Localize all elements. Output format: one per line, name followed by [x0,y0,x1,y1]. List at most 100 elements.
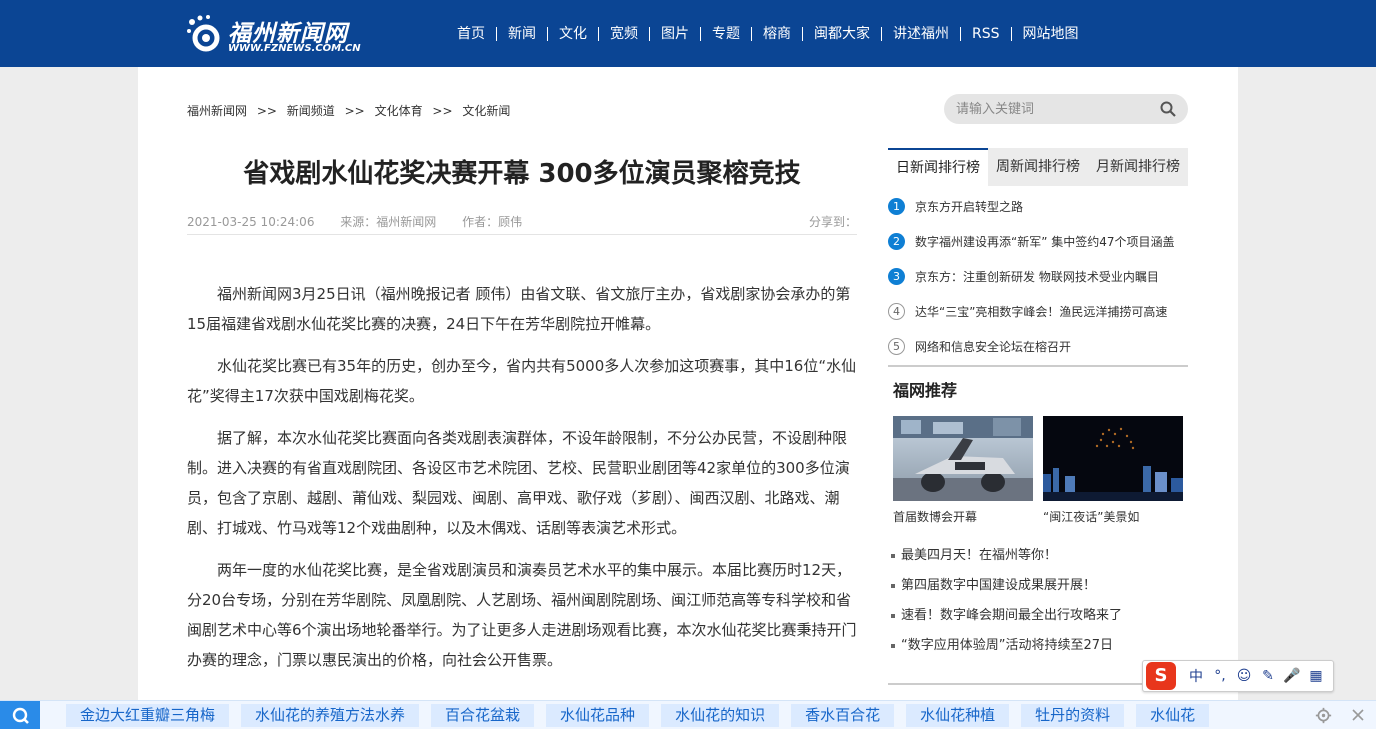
list-item-text: “数字应用体验周”活动将持续至27日 [901,638,1114,653]
nav-culture[interactable]: 文化 [548,24,598,44]
ranking-item[interactable]: 5 网络和信息安全论坛在榕召开 [888,329,1188,364]
list-item-text: 第四届数字中国建设成果展开展！ [901,578,1097,593]
article-paragraph: 两年一度的水仙花奖比赛，是全省戏剧演员和演奏员艺术水平的集中展示。本届比赛历时1… [187,561,857,669]
bullet-icon [891,613,895,618]
list-item-text: 最美四月天！在福州等你！ [901,548,1058,563]
tab-daily-ranking[interactable]: 日新闻排行榜 [888,148,988,186]
hot-search-tag[interactable]: 香水百合花 [791,704,895,727]
rank-number: 1 [888,198,905,215]
article-meta: 2021-03-25 10:24:06 来源：福州新闻网 作者：顾伟 分享到： [187,213,857,235]
breadcrumb-separator: >> [256,104,277,118]
nav-home[interactable]: 首页 [446,24,496,44]
breadcrumb-news[interactable]: 新闻频道 [287,104,335,118]
nav-sitemap[interactable]: 网站地图 [1012,24,1090,44]
section-divider [888,365,1188,367]
ime-toolbar: S 中 °, ☺ ✎ 🎤 ▦ [1142,660,1334,692]
gear-icon[interactable] [1315,707,1332,724]
nav-news[interactable]: 新闻 [497,24,547,44]
breadcrumb-home[interactable]: 福州新闻网 [187,104,247,118]
list-item-text: 速看！数字峰会期间最全出行攻略来了 [901,608,1123,623]
nav-masters[interactable]: 闽都大家 [803,24,881,44]
search-icon[interactable] [1160,101,1176,117]
hot-search-tag[interactable]: 水仙花品种 [546,704,650,727]
breadcrumb-culture-news[interactable]: 文化新闻 [462,104,510,118]
breadcrumb-separator: >> [432,104,453,118]
article-paragraph: 水仙花奖比赛已有35年的历史，创办至今，省内共有5000多人次参加这项赛事，其中… [187,357,857,405]
rank-number: 4 [888,303,905,320]
search-icon [12,707,29,724]
recommend-caption[interactable]: 首届数博会开幕 [893,508,1033,525]
bullet-icon [891,553,895,558]
rank-number: 3 [888,268,905,285]
nav-rss[interactable]: RSS [961,24,1011,44]
site-header: 福州新闻网 WWW.FZNEWS.COM.CN 首页 新闻 文化 宽频 图片 专… [0,0,1376,67]
hot-search-tag[interactable]: 金边大红重瓣三角梅 [66,704,230,727]
nav-topics[interactable]: 专题 [701,24,751,44]
tab-monthly-ranking[interactable]: 月新闻排行榜 [1088,148,1188,186]
hot-search-tag[interactable]: 百合花盆栽 [431,704,535,727]
article-body: 福州新闻网3月25日讯（福州晚报记者 顾伟）由省文联、省文旅厅主办，省戏剧家协会… [187,279,857,687]
search-input[interactable] [956,100,1146,118]
breadcrumb-sports-culture[interactable]: 文化体育 [375,104,423,118]
hot-search-tag[interactable]: 水仙花的养殖方法水养 [241,704,420,727]
article-paragraph: 据了解，本次水仙花奖比赛面向各类戏剧表演群体，不设年龄限制，不分公办民营，不设剧… [187,429,850,537]
microphone-icon[interactable]: 🎤 [1280,668,1304,684]
logo-swirl-icon [187,15,220,52]
hot-search-tag[interactable]: 水仙花种植 [906,704,1010,727]
hot-search-tag[interactable]: 牡丹的资料 [1021,704,1125,727]
nav-pictures[interactable]: 图片 [650,24,700,44]
ranking-item[interactable]: 2 数字福州建设再添“新军” 集中签约47个项目涵盖 [888,224,1188,259]
page-content: 福州新闻网 >> 新闻频道 >> 文化体育 >> 文化新闻 省戏剧水仙花奖决赛开… [138,67,1238,729]
ranking-tabs: 日新闻排行榜 周新闻排行榜 月新闻排行榜 [888,148,1188,186]
hot-search-tag[interactable]: 水仙花 [1136,704,1210,727]
breadcrumb-separator: >> [344,104,365,118]
hot-search-tags: 金边大红重瓣三角梅 水仙花的养殖方法水养 百合花盆栽 水仙花品种 水仙花的知识 … [66,704,1221,727]
emoji-icon[interactable]: ☺ [1232,668,1256,684]
rank-number: 5 [888,338,905,355]
recommend-image-night[interactable] [1043,416,1183,501]
toolbox-icon[interactable]: ▦ [1304,668,1328,684]
ranking-item-text: 京东方：注重创新研发 物联网技术受业内瞩目 [915,270,1159,284]
tab-weekly-ranking[interactable]: 周新闻排行榜 [988,148,1088,186]
ime-punctuation[interactable]: °, [1208,668,1232,684]
article-author: 作者：顾伟 [462,215,523,229]
rank-number: 2 [888,233,905,250]
ranking-list: 1 京东方开启转型之路 2 数字福州建设再添“新军” 集中签约47个项目涵盖 3 京东… [888,189,1188,364]
ranking-item-text: 京东方开启转型之路 [915,200,1024,214]
hot-search-tag[interactable]: 水仙花的知识 [661,704,780,727]
list-item[interactable]: 最美四月天！在福州等你！ [891,541,1191,571]
list-item[interactable]: 速看！数字峰会期间最全出行攻略来了 [891,601,1191,631]
sogou-logo-icon[interactable]: S [1146,662,1176,690]
main-nav: 首页 新闻 文化 宽频 图片 专题 榕商 闽都大家 讲述福州 RSS 网站地图 [446,23,1090,45]
ranking-item[interactable]: 4 达华“三宝”亮相数字峰会！渔民远洋捕捞可高速 [888,294,1188,329]
nav-business[interactable]: 榕商 [752,24,802,44]
nav-video[interactable]: 宽频 [599,24,649,44]
list-item[interactable]: “数字应用体验周”活动将持续至27日 [891,631,1191,661]
logo-url: WWW.FZNEWS.COM.CN [228,43,361,54]
article-source: 来源：福州新闻网 [340,215,437,229]
article-paragraph: 福州新闻网3月25日讯（福州晚报记者 顾伟）由省文联、省文旅厅主办，省戏剧家协会… [187,285,851,333]
breadcrumb: 福州新闻网 >> 新闻频道 >> 文化体育 >> 文化新闻 [187,102,510,119]
recommend-image-expo[interactable] [893,416,1033,501]
ranking-item[interactable]: 1 京东方开启转型之路 [888,189,1188,224]
article-date: 2021-03-25 10:24:06 [187,215,315,229]
handwriting-icon[interactable]: ✎ [1256,668,1280,684]
list-item[interactable]: 第四届数字中国建设成果展开展！ [891,571,1191,601]
bottom-search-button[interactable] [0,701,40,729]
recommend-list: 最美四月天！在福州等你！ 第四届数字中国建设成果展开展！ 速看！数字峰会期间最全… [891,541,1191,661]
ranking-item[interactable]: 3 京东方：注重创新研发 物联网技术受业内瞩目 [888,259,1188,294]
search-box [944,94,1188,124]
recommend-caption[interactable]: “闽江夜话”美景如 [1043,508,1183,525]
bottom-search-bar: 金边大红重瓣三角梅 水仙花的养殖方法水养 百合花盆栽 水仙花品种 水仙花的知识 … [0,700,1376,729]
share-label[interactable]: 分享到： [809,213,857,230]
ime-chinese-mode[interactable]: 中 [1184,666,1208,686]
close-icon[interactable] [1352,709,1364,721]
site-logo[interactable]: 福州新闻网 WWW.FZNEWS.COM.CN [186,12,361,58]
ranking-item-text: 达华“三宝”亮相数字峰会！渔民远洋捕捞可高速 [915,305,1168,319]
nav-stories[interactable]: 讲述福州 [882,24,960,44]
recommend-title: 福网推荐 [893,381,958,400]
bullet-icon [891,583,895,588]
bullet-icon [891,643,895,648]
ranking-item-text: 数字福州建设再添“新军” 集中签约47个项目涵盖 [915,235,1175,249]
ranking-item-text: 网络和信息安全论坛在榕召开 [915,340,1072,354]
